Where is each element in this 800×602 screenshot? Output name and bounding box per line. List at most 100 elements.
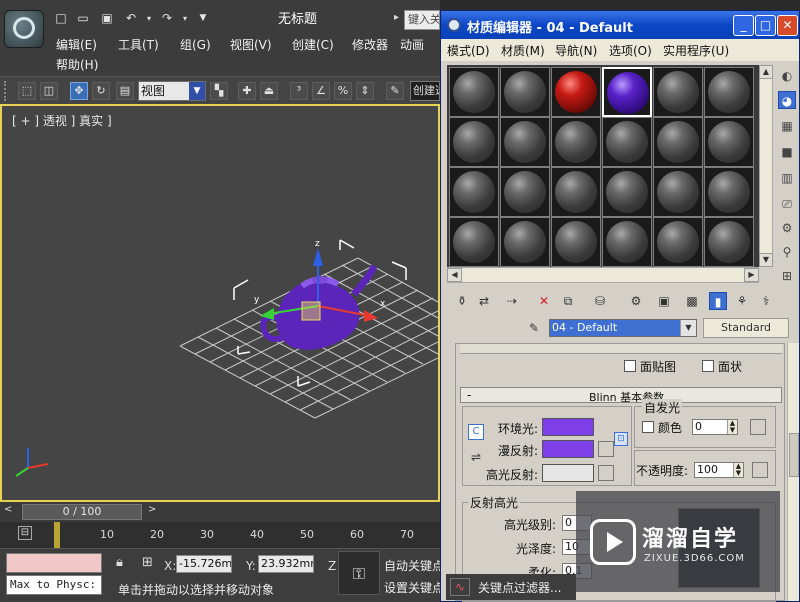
- x-coordinate-field[interactable]: -15.726mm: [176, 555, 232, 573]
- self-illum-color-checkbox[interactable]: [642, 421, 654, 433]
- go-forward-sibling-icon[interactable]: ⚘: [733, 292, 751, 310]
- toolbar-grip[interactable]: [4, 81, 8, 101]
- menu-animation[interactable]: 动画: [400, 36, 424, 53]
- go-to-parent-icon[interactable]: ▮: [709, 292, 727, 310]
- menu-modifiers[interactable]: 修改器: [352, 36, 388, 53]
- menu-create[interactable]: 创建(C): [292, 36, 334, 53]
- menu-navigation[interactable]: 导航(N): [555, 42, 597, 59]
- material-sample-slot[interactable]: [653, 117, 703, 167]
- opacity-spinner[interactable]: 100 ▲ ▼: [694, 462, 744, 478]
- menu-group[interactable]: 组(G): [180, 36, 211, 53]
- scale-icon[interactable]: ▤: [116, 82, 134, 100]
- material-sample-slot[interactable]: [500, 67, 550, 117]
- mini-curve-editor-icon[interactable]: ⊟: [18, 526, 32, 540]
- menu-material[interactable]: 材质(M): [501, 42, 545, 59]
- slots-horizontal-scrollbar[interactable]: ◀ ▶: [447, 267, 759, 283]
- material-sample-slot[interactable]: [551, 167, 601, 217]
- key-filters-button[interactable]: 关键点过滤器...: [478, 579, 561, 596]
- y-coordinate-field[interactable]: 23.932mm: [258, 555, 314, 573]
- diffuse-color-swatch[interactable]: [542, 440, 594, 458]
- specular-color-swatch[interactable]: [542, 464, 594, 482]
- lock-icon[interactable]: 🔒︎: [116, 555, 123, 570]
- material-editor-titlebar[interactable]: 材质编辑器 - 04 - Default _ □ ✕: [441, 11, 799, 39]
- named-selection-set[interactable]: 创建选: [410, 81, 440, 101]
- slots-vertical-scrollbar[interactable]: ▲ ▼: [759, 65, 773, 267]
- material-sample-slot[interactable]: [449, 117, 499, 167]
- parameters-scrollbar[interactable]: [787, 343, 799, 601]
- reference-coordinate-dropdown[interactable]: 视图 ▼: [138, 81, 206, 101]
- save-icon[interactable]: ▣: [100, 12, 114, 25]
- search-input[interactable]: 键入关: [404, 10, 440, 30]
- select-region-icon[interactable]: ⬚: [18, 82, 36, 100]
- sample-type-icon[interactable]: ◐: [778, 67, 796, 85]
- snap-3d-icon[interactable]: ³: [290, 82, 308, 100]
- blinn-rollout-header[interactable]: - Blinn 基本参数: [460, 387, 782, 404]
- material-sample-slot[interactable]: [653, 67, 703, 117]
- backlight-icon[interactable]: ◕: [778, 91, 796, 109]
- material-type-button[interactable]: Standard: [703, 318, 789, 338]
- background-checker-icon[interactable]: ▦: [778, 117, 796, 135]
- close-icon[interactable]: ✕: [777, 15, 798, 36]
- material-sample-slot[interactable]: [500, 167, 550, 217]
- material-sample-slot[interactable]: [602, 117, 652, 167]
- get-material-icon[interactable]: ⚱: [453, 292, 471, 310]
- time-marker[interactable]: [54, 522, 60, 548]
- material-sample-slot[interactable]: [704, 67, 754, 117]
- customize-qat-icon[interactable]: ▼: [196, 12, 210, 25]
- scroll-down-icon[interactable]: ▼: [759, 253, 773, 267]
- material-sample-slot[interactable]: [449, 67, 499, 117]
- material-sample-slot[interactable]: [704, 217, 754, 267]
- time-prev-icon[interactable]: <: [4, 504, 12, 515]
- undo-icon[interactable]: ↶: [124, 12, 138, 25]
- eyedropper-icon[interactable]: ✎: [527, 321, 541, 335]
- faceted-checkbox[interactable]: [702, 360, 714, 372]
- maximize-icon[interactable]: □: [755, 15, 776, 36]
- lock-icon[interactable]: ⊡: [614, 432, 628, 446]
- time-slider[interactable]: 0 / 100: [22, 504, 142, 520]
- material-name-field[interactable]: 04 - Default ▼: [549, 319, 697, 337]
- make-unique-icon[interactable]: ⧉: [559, 292, 577, 310]
- spinner-arrows-icon[interactable]: ▲ ▼: [727, 420, 737, 434]
- material-sample-slot[interactable]: [653, 217, 703, 267]
- select-by-material-icon[interactable]: ⚲: [778, 243, 796, 261]
- material-sample-slot[interactable]: [500, 117, 550, 167]
- make-preview-icon[interactable]: ⎚: [778, 195, 796, 213]
- menu-tools[interactable]: 工具(T): [118, 36, 159, 53]
- diffuse-map-button[interactable]: [598, 441, 614, 457]
- material-sample-slot[interactable]: [500, 217, 550, 267]
- expand-arrow-icon[interactable]: ▸: [394, 12, 399, 23]
- new-file-icon[interactable]: □: [54, 12, 68, 25]
- self-illum-spinner[interactable]: 0 ▲ ▼: [692, 419, 738, 435]
- material-sample-slot[interactable]: [551, 217, 601, 267]
- show-end-result-icon[interactable]: ▩: [683, 292, 701, 310]
- set-key-icon[interactable]: ⚿: [338, 551, 380, 595]
- rotate-icon[interactable]: ↻: [92, 82, 110, 100]
- keyboard-shortcut-icon[interactable]: ⏏: [260, 82, 278, 100]
- angle-snap-icon[interactable]: ∠: [312, 82, 330, 100]
- face-map-checkbox[interactable]: [624, 360, 636, 372]
- material-sample-slot[interactable]: [449, 217, 499, 267]
- edit-named-selection-icon[interactable]: ✎: [386, 82, 404, 100]
- put-to-scene-icon[interactable]: ⇄: [475, 292, 493, 310]
- material-sample-slot[interactable]: [551, 117, 601, 167]
- material-map-navigator-icon[interactable]: ⊞: [778, 267, 796, 285]
- material-id-icon[interactable]: ⚙: [627, 292, 645, 310]
- scroll-left-icon[interactable]: ◀: [447, 268, 462, 282]
- spinner-arrows-icon[interactable]: ▲ ▼: [733, 463, 743, 477]
- material-sample-slot[interactable]: [602, 167, 652, 217]
- lock-ambient-diffuse-icon[interactable]: C: [468, 424, 484, 440]
- spinner-snap-icon[interactable]: ⇕: [356, 82, 374, 100]
- pivot-center-icon[interactable]: ▚: [210, 82, 228, 100]
- opacity-map-button[interactable]: [752, 462, 768, 478]
- maxscript-output[interactable]: Max to Physc:: [6, 575, 102, 595]
- menu-utilities[interactable]: 实用程序(U): [663, 42, 729, 59]
- app-logo-button[interactable]: [4, 10, 44, 48]
- specular-map-button[interactable]: [598, 465, 614, 481]
- curve-editor-icon[interactable]: ∿: [450, 578, 470, 596]
- video-color-check-icon[interactable]: ▥: [778, 169, 796, 187]
- scroll-right-icon[interactable]: ▶: [744, 268, 759, 282]
- scrollbar-thumb[interactable]: [789, 433, 799, 477]
- put-to-library-icon[interactable]: ⛁: [591, 292, 609, 310]
- reset-map-icon[interactable]: ✕: [535, 292, 553, 310]
- material-sample-slot[interactable]: [551, 67, 601, 117]
